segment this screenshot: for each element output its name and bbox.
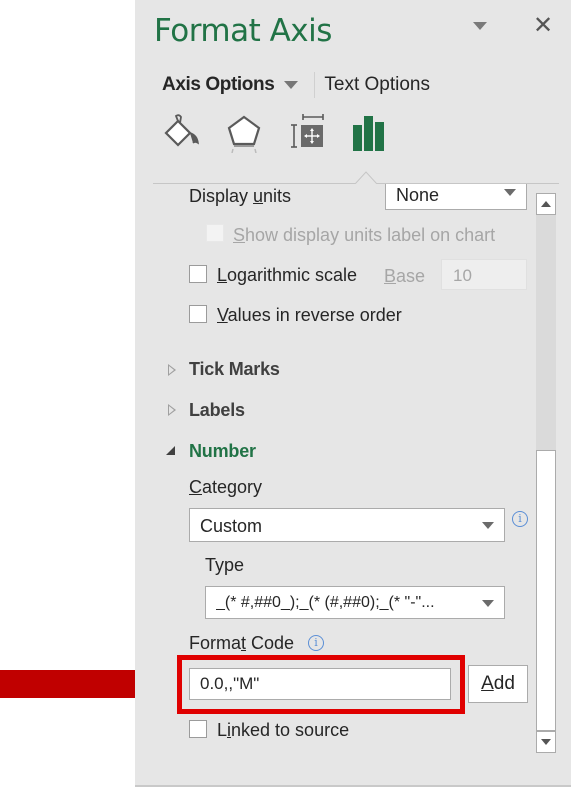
paint-bucket-icon[interactable]: [162, 113, 202, 153]
category-info-icon[interactable]: i: [512, 511, 528, 527]
display-units-select[interactable]: None: [385, 184, 527, 210]
format-code-input[interactable]: [189, 668, 451, 700]
base-label: Base: [384, 266, 426, 286]
format-axis-pane: Format Axis ✕ Axis Options Text Options: [135, 0, 571, 787]
display-units-label: Display units: [189, 186, 292, 206]
section-tick-marks[interactable]: Tick Marks: [189, 359, 280, 380]
show-units-label-checkbox[interactable]: [206, 224, 224, 242]
section-number[interactable]: Number: [189, 441, 256, 462]
pane-title: Format Axis: [154, 13, 332, 49]
linked-to-source-checkbox[interactable]: [189, 720, 207, 738]
logarithmic-scale-label: Logarithmic scale: [217, 265, 358, 285]
base-input[interactable]: 10: [441, 259, 527, 290]
option-tabs: Axis Options Text Options: [162, 72, 430, 98]
category-select[interactable]: Custom: [189, 508, 505, 542]
chevron-down-icon: [504, 189, 516, 196]
format-code-field[interactable]: [190, 669, 450, 699]
base-value: 10: [453, 266, 472, 285]
chevron-down-icon[interactable]: [473, 22, 487, 30]
type-label: Type: [205, 555, 245, 575]
linked-to-source-label: Linked to source: [217, 720, 350, 740]
axis-options-dropdown-icon[interactable]: [284, 81, 299, 89]
category-label: Category: [189, 477, 263, 497]
section-labels[interactable]: Labels: [189, 400, 245, 421]
scrollbar-thumb[interactable]: [536, 450, 556, 731]
chevron-down-icon: [482, 522, 494, 529]
reverse-order-checkbox[interactable]: [189, 305, 207, 323]
size-properties-icon[interactable]: [289, 113, 329, 153]
type-select[interactable]: _(* #,##0_);_(* (#,##0);_(* "-"...: [205, 586, 505, 619]
bar-chart-icon[interactable]: [351, 113, 391, 153]
close-icon[interactable]: ✕: [533, 11, 553, 41]
show-units-label-text: Show display units label on chart: [233, 225, 496, 245]
reverse-order-label: Values in reverse order: [217, 305, 402, 325]
scroll-down-button[interactable]: [536, 731, 556, 753]
category-value: Custom: [200, 516, 263, 536]
display-units-value: None: [396, 185, 440, 205]
collapse-number-icon[interactable]: [166, 446, 175, 455]
format-code-label: Format Code: [189, 633, 295, 653]
add-button[interactable]: Add: [468, 665, 528, 703]
expand-labels-icon[interactable]: [168, 404, 176, 416]
chevron-down-icon: [482, 600, 494, 607]
tab-axis-options[interactable]: Axis Options: [162, 74, 275, 96]
expand-tick-marks-icon[interactable]: [168, 364, 176, 376]
axis-options-content: Display units None Show display units la…: [135, 184, 535, 774]
tab-divider: [314, 72, 316, 98]
logarithmic-scale-checkbox[interactable]: [189, 265, 207, 283]
scroll-up-button[interactable]: [536, 193, 556, 215]
tab-text-options[interactable]: Text Options: [324, 74, 430, 96]
format-code-info-icon[interactable]: i: [308, 635, 324, 651]
type-value: _(* #,##0_);_(* (#,##0);_(* "-"...: [216, 594, 435, 611]
pentagon-icon[interactable]: [224, 113, 264, 154]
